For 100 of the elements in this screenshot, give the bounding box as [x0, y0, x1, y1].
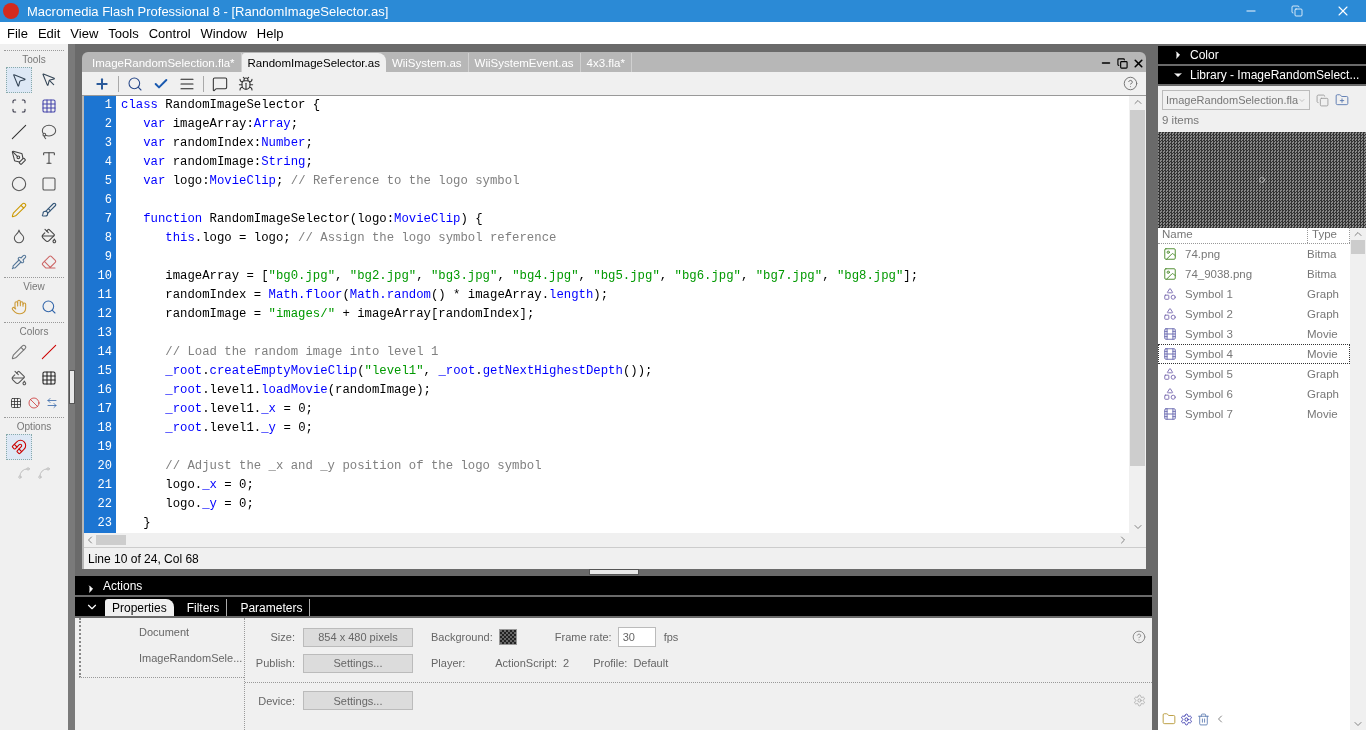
code-line: randomImage = "images/" + imageArray[randomIndex]; — [164, 306, 536, 323]
code-line: var randomIndex:Number; — [142, 135, 314, 152]
swatch-icon — [41, 370, 57, 386]
image-icon — [1163, 267, 1177, 281]
tool-button[interactable] — [6, 67, 32, 93]
speech-bubble-icon — [212, 75, 228, 92]
pipette-icon — [11, 254, 27, 270]
document-label: Document — [139, 626, 191, 638]
line-number: 23 — [96, 515, 113, 532]
line-number: 7 — [103, 211, 113, 228]
document-tab[interactable]: RandomImageSelector.as — [241, 53, 386, 72]
line-number: 12 — [96, 306, 113, 323]
code-line: randomIndex = Math.floor(Math.random() * imageArray.length); — [164, 287, 610, 304]
document-dropdown[interactable]: ImageRandomSelection.fla — [1162, 90, 1310, 110]
tool-button[interactable] — [6, 434, 32, 460]
panel-header[interactable]: Library - ImageRandomSelect... — [1158, 66, 1366, 84]
code-line: this.logo = logo; // Assign the logo symbol reference — [164, 230, 558, 247]
column-header[interactable]: Name — [1158, 228, 1308, 243]
collapse-handle[interactable] — [68, 370, 75, 404]
properties-tab[interactable]: Properties — [105, 599, 174, 616]
code-line: var randomImage:String; — [142, 154, 314, 171]
line-number: 17 — [96, 401, 113, 418]
library-item[interactable]: 74.png Bitma — [1158, 244, 1350, 264]
lasso-icon — [41, 124, 57, 140]
library-item[interactable]: Symbol 7 Movie — [1158, 404, 1350, 424]
line-number: 6 — [103, 192, 113, 209]
bucket-icon — [41, 228, 57, 244]
code-line: // Adjust the _x and _y position of the logo symbol — [164, 458, 543, 475]
code-line: logo._x = 0; — [164, 477, 255, 494]
restore-icon — [1116, 57, 1128, 69]
code-line: function RandomImageSelector(logo:MovieClip) { — [142, 211, 484, 228]
library-item[interactable]: Symbol 1 Graph — [1158, 284, 1350, 304]
frame-rate-field[interactable]: 30 — [617, 627, 656, 647]
panel-header[interactable]: Actions — [75, 576, 1152, 595]
library-item[interactable]: Symbol 3 Movie — [1158, 324, 1350, 344]
code-line: _root.level1._x = 0; — [164, 401, 314, 418]
menu-item[interactable]: View — [65, 22, 104, 44]
code-line: var imageArray:Array; — [142, 116, 300, 133]
code-line: _root.createEmptyMovieClip("level1", _root.getNextHighestDepth()); — [164, 363, 654, 380]
menu-item[interactable]: Tools — [103, 22, 144, 44]
line-number: 5 — [103, 173, 113, 190]
scrollbar[interactable] — [1129, 96, 1146, 533]
magnet-icon — [11, 439, 27, 455]
size-label: Size: — [269, 631, 296, 643]
curve-icon — [17, 466, 31, 480]
swap-icon — [46, 397, 58, 409]
circle-icon — [11, 176, 27, 192]
settings-button[interactable]: Settings... — [303, 691, 413, 710]
line-number: 10 — [96, 268, 113, 285]
scrollbar[interactable] — [84, 533, 1146, 547]
scroll-thumb[interactable] — [96, 535, 126, 545]
profile-label: Profile: — [593, 657, 628, 669]
library-item[interactable]: 74_9038.png Bitma — [1158, 264, 1350, 284]
library-item[interactable]: Symbol 6 Graph — [1158, 384, 1350, 404]
fps-label: fps — [663, 631, 679, 643]
panel-header[interactable]: Color — [1158, 46, 1366, 64]
folder-icon — [1162, 712, 1176, 726]
droplet-icon — [11, 228, 27, 244]
properties-tab[interactable]: Parameters — [233, 599, 311, 616]
pencil-icon — [11, 202, 27, 218]
player-label: Player: — [431, 657, 466, 669]
menu-item[interactable]: Window — [195, 22, 252, 44]
menu-item[interactable]: Edit — [32, 22, 66, 44]
background-swatch[interactable] — [498, 629, 517, 645]
actionscript-label: ActionScript: — [495, 657, 557, 669]
library-item[interactable]: Symbol 4 Movie — [1158, 344, 1350, 364]
size-button[interactable]: 854 x 480 pixels — [303, 627, 413, 647]
code-line: var logo:MovieClip; // Reference to the logo symbol — [142, 173, 521, 190]
code-line: logo._y = 0; — [164, 496, 255, 513]
menu-item[interactable]: Control — [143, 22, 196, 44]
hand-icon — [11, 299, 27, 315]
status-text: Line 10 of 24, Col 68 — [88, 551, 199, 566]
line-number: 13 — [96, 325, 113, 342]
no-color-icon — [28, 397, 40, 409]
line-number: 11 — [96, 287, 113, 304]
scroll-thumb[interactable] — [1351, 240, 1365, 254]
code-line: imageArray = ["bg0.jpg", "bg2.jpg", "bg3.jpg", "bg4.jpg", "bg5.jpg", "bg6.jpg", "bg7.jpg", "bg8.jpg"]; — [164, 268, 920, 285]
line-number: 15 — [96, 363, 113, 380]
section-label: View — [4, 277, 64, 294]
collapse-handle[interactable] — [588, 569, 639, 575]
line-number: 8 — [103, 230, 113, 247]
line-number: 4 — [103, 154, 113, 171]
library-item[interactable]: Symbol 2 Graph — [1158, 304, 1350, 324]
window-title: Macromedia Flash Professional 8 - [RandomImageSelector.as] — [27, 3, 390, 19]
plus-icon — [94, 75, 110, 92]
scroll-thumb[interactable] — [1130, 110, 1145, 466]
search-icon — [127, 75, 143, 92]
code-line: // Load the random image into level 1 — [164, 344, 440, 361]
square-icon — [41, 176, 57, 192]
settings-button[interactable]: Settings... — [303, 653, 413, 673]
line-number: 14 — [96, 344, 113, 361]
library-item[interactable]: Symbol 5 Graph — [1158, 364, 1350, 384]
pointer-icon — [41, 72, 57, 88]
line-number: 21 — [96, 477, 113, 494]
menu-item[interactable]: File — [2, 22, 33, 44]
app-logo — [3, 3, 19, 19]
menu-item[interactable]: Help — [251, 22, 289, 44]
transform-icon — [11, 98, 27, 114]
line-number: 2 — [103, 116, 113, 133]
properties-tab[interactable]: Filters — [179, 599, 228, 616]
